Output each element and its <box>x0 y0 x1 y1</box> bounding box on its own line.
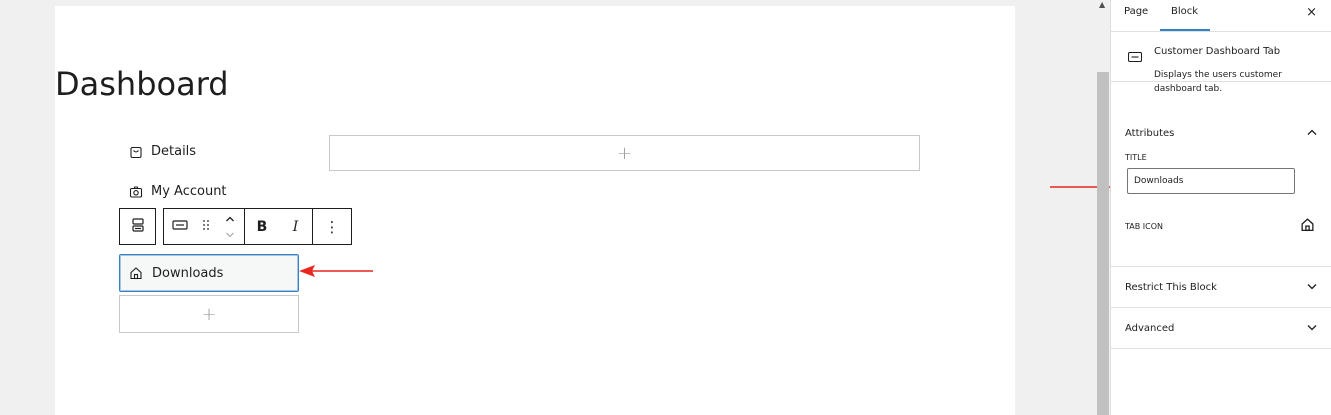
options-group: ⋮ <box>313 209 351 244</box>
block-controls-group <box>164 209 245 244</box>
add-content-button[interactable]: + <box>329 135 920 171</box>
plus-icon: + <box>201 303 217 325</box>
canvas-scrollbar[interactable]: ▲ <box>1097 0 1109 415</box>
settings-sidebar: Page Block × Customer Dashboard Tab Disp… <box>1110 0 1331 415</box>
tab-icon-label: TAB ICON <box>1125 221 1163 231</box>
block-type-button[interactable] <box>164 209 196 244</box>
block-toolbar: B I ⋮ <box>119 208 352 245</box>
scrollbar-thumb[interactable] <box>1097 72 1109 415</box>
drag-handle[interactable] <box>196 209 216 244</box>
tab-block-icon <box>1127 47 1143 66</box>
more-options-button[interactable]: ⋮ <box>313 209 351 244</box>
attributes-panel-toggle[interactable]: Attributes <box>1111 113 1331 153</box>
tab-icon-row: TAB ICON <box>1111 216 1331 236</box>
restrict-panel-toggle[interactable]: Restrict This Block <box>1111 267 1331 307</box>
home-icon[interactable] <box>1300 217 1315 236</box>
tab-item-my-account[interactable]: My Account <box>129 184 227 199</box>
chevron-down-icon <box>1307 323 1317 334</box>
editor-canvas: Dashboard Details My Account + B I ⋮ Dow… <box>55 6 1015 415</box>
tab-item-label: Details <box>151 144 197 159</box>
tab-item-label: Downloads <box>152 265 224 281</box>
tab-block-icon <box>172 219 188 235</box>
panel-title: Restrict This Block <box>1125 281 1217 293</box>
italic-button[interactable]: I <box>279 209 312 244</box>
annotation-arrow-left <box>299 265 373 277</box>
panel-title: Attributes <box>1125 127 1175 139</box>
tab-item-details[interactable]: Details <box>129 144 196 159</box>
format-group: B I <box>245 209 313 244</box>
page-title[interactable]: Dashboard <box>55 64 229 104</box>
title-label: TITLE <box>1125 153 1147 162</box>
chevron-up-icon <box>1307 128 1317 139</box>
restrict-panel: Restrict This Block <box>1111 267 1331 308</box>
tab-item-label: My Account <box>151 184 227 199</box>
chevron-down-icon[interactable] <box>225 227 235 243</box>
advanced-panel: Advanced <box>1111 308 1331 349</box>
camera-icon <box>129 185 143 199</box>
block-toolbar-main: B I ⋮ <box>163 208 352 245</box>
block-name: Customer Dashboard Tab <box>1154 46 1281 57</box>
add-tab-button[interactable]: + <box>119 295 299 333</box>
attributes-panel: Attributes TITLE Downloads TAB ICON <box>1111 113 1331 267</box>
move-buttons <box>216 209 244 244</box>
block-card: Customer Dashboard Tab Displays the user… <box>1111 1 1331 94</box>
title-input[interactable]: Downloads <box>1127 168 1295 194</box>
bold-button[interactable]: B <box>245 209 279 244</box>
scroll-up-icon[interactable]: ▲ <box>1099 0 1105 9</box>
title-input-value: Downloads <box>1134 176 1184 186</box>
chevron-up-icon[interactable] <box>225 211 235 227</box>
home-icon <box>129 266 143 280</box>
bag-icon <box>129 145 143 159</box>
select-parent-button[interactable] <box>119 208 156 245</box>
tab-item-downloads[interactable]: Downloads <box>119 254 299 292</box>
chevron-down-icon <box>1307 282 1317 293</box>
advanced-panel-toggle[interactable]: Advanced <box>1111 308 1331 348</box>
plus-icon: + <box>616 142 633 164</box>
tabs-block-icon <box>131 217 145 237</box>
panel-title: Advanced <box>1125 322 1175 334</box>
drag-handle-icon <box>202 219 210 235</box>
block-description: Displays the users customer dashboard ta… <box>1154 70 1282 94</box>
